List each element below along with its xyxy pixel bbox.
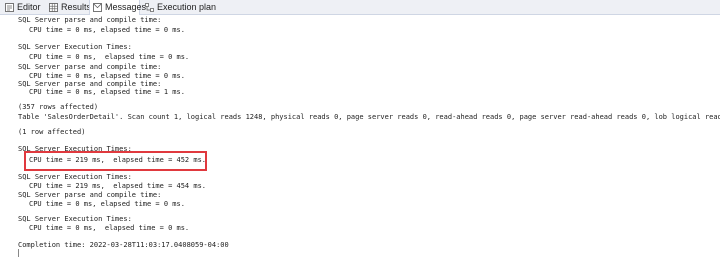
message-line: (357 rows affected): [18, 103, 99, 111]
tab-results[interactable]: Results: [46, 0, 92, 14]
message-line: SQL Server parse and compile time:: [18, 16, 162, 24]
execution-plan-icon: [145, 3, 154, 12]
tab-results-label: Results: [61, 2, 92, 12]
tab-editor[interactable]: Editor: [2, 0, 44, 14]
message-line: CPU time = 0 ms, elapsed time = 0 ms.: [29, 200, 185, 208]
message-line: CPU time = 0 ms, elapsed time = 1 ms.: [29, 88, 185, 96]
tab-messages-label: Messages: [105, 2, 147, 12]
tab-execution-plan-label: Execution plan: [157, 2, 217, 12]
message-line: CPU time = 0 ms, elapsed time = 0 ms.: [29, 224, 190, 232]
message-line: CPU time = 0 ms, elapsed time = 0 ms.: [29, 53, 190, 61]
tab-execution-plan[interactable]: Execution plan: [142, 0, 216, 14]
messages-icon: [93, 3, 102, 12]
tab-editor-label: Editor: [17, 2, 41, 12]
highlight-box: [24, 151, 207, 171]
results-tab-strip: Editor Results Messages Execution plan: [0, 0, 720, 15]
query-results-window: Editor Results Messages Execution plan S…: [0, 0, 720, 257]
message-line: CPU time = 0 ms, elapsed time = 0 ms.: [29, 26, 185, 34]
completion-time: Completion time: 2022-03-28T11:03:17.040…: [18, 241, 229, 249]
grid-icon: [49, 3, 58, 12]
message-line: (1 row affected): [18, 128, 86, 136]
message-line: SQL Server Execution Times:: [18, 43, 132, 51]
tab-messages[interactable]: Messages: [89, 0, 146, 15]
editor-icon: [5, 3, 14, 12]
text-cursor: [18, 249, 19, 257]
message-line: Table 'SalesOrderDetail'. Scan count 1, …: [18, 113, 720, 121]
